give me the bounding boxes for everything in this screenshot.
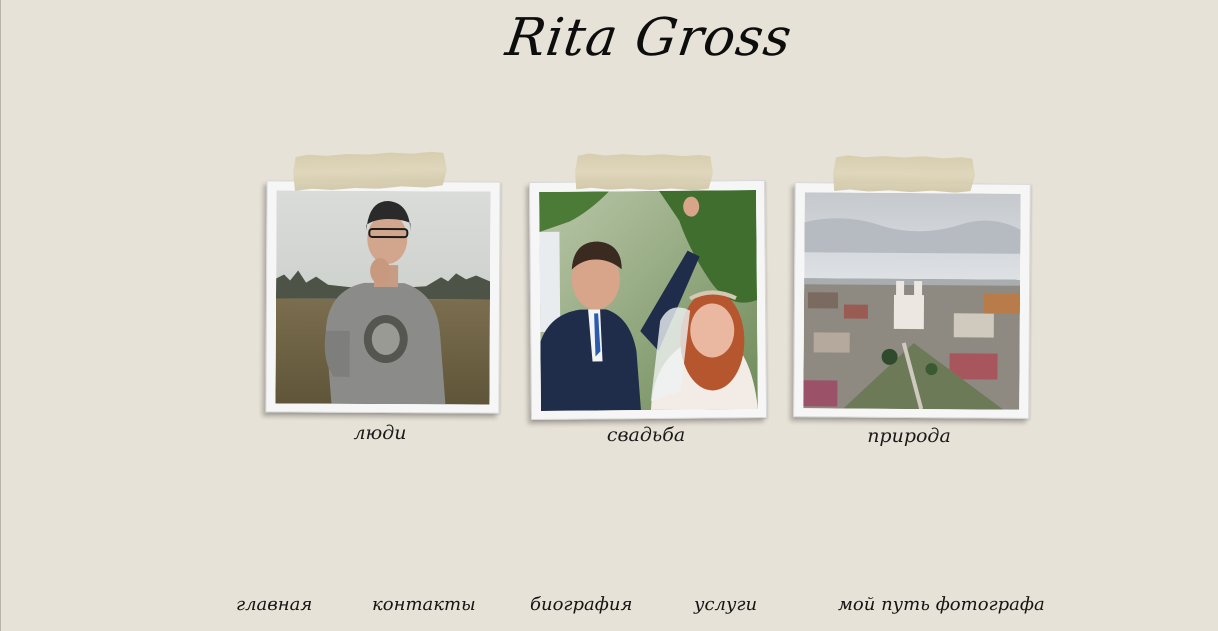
nav-photographer-path[interactable]: мой путь фотографа bbox=[838, 594, 1045, 615]
photo-wedding bbox=[539, 190, 758, 411]
nav-home[interactable]: главная bbox=[236, 594, 312, 615]
photo-frame bbox=[265, 180, 501, 414]
gallery-caption-nature: природа bbox=[867, 425, 951, 447]
tape-strip bbox=[293, 151, 448, 191]
gallery-caption-wedding: свадьба bbox=[606, 424, 686, 446]
gallery-card-people[interactable]: люди bbox=[265, 150, 506, 450]
gallery-caption-people: люди bbox=[353, 422, 407, 444]
site-title-text: Rita Gross bbox=[502, 8, 796, 68]
tape-strip bbox=[575, 153, 713, 190]
nav-biography[interactable]: биография bbox=[530, 594, 632, 615]
gallery-card-wedding[interactable]: свадьба bbox=[528, 150, 773, 450]
photo-frame bbox=[528, 179, 768, 421]
page-left-border bbox=[0, 0, 1, 631]
bottom-nav: главная контакты биография услуги мой пу… bbox=[0, 594, 1218, 624]
tape-strip bbox=[833, 155, 975, 193]
nav-services[interactable]: услуги bbox=[694, 594, 757, 615]
photo-frame bbox=[793, 182, 1031, 419]
photo-nature bbox=[803, 192, 1021, 410]
site-title[interactable]: Rita Gross bbox=[0, 8, 1218, 68]
gallery-card-nature[interactable]: природа bbox=[793, 150, 1038, 450]
nav-contacts[interactable]: контакты bbox=[372, 594, 476, 615]
photo-people bbox=[275, 190, 491, 405]
